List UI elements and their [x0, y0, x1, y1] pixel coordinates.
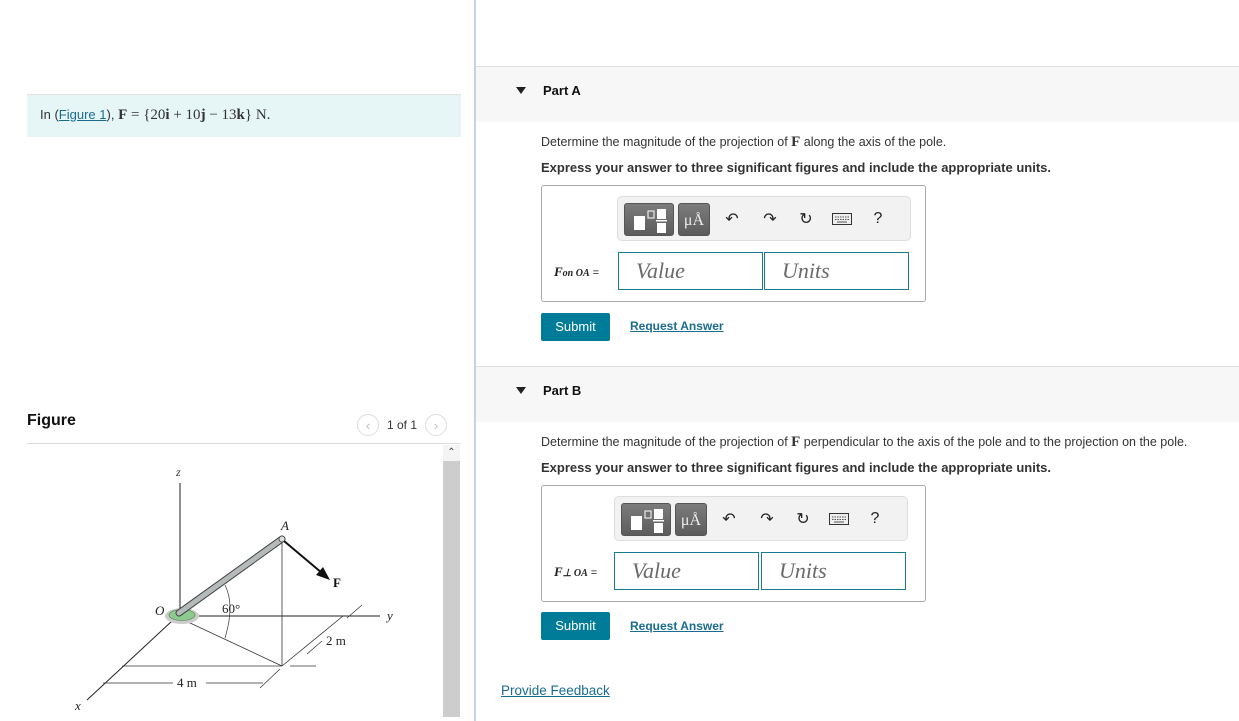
label-y: y	[385, 608, 393, 623]
reset-button[interactable]: ↻	[794, 205, 818, 233]
part-a-header[interactable]: Part A	[476, 66, 1239, 122]
redo-button[interactable]: ↷	[758, 205, 782, 233]
undo-button[interactable]: ↶	[720, 205, 744, 233]
part-b-value-input[interactable]: Value	[614, 552, 759, 590]
part-a-label: Part A	[543, 83, 581, 98]
undo-icon: ↶	[722, 511, 736, 528]
reset-icon: ↻	[796, 511, 810, 528]
part-a-value-input[interactable]: Value	[618, 252, 763, 290]
units-button[interactable]: μÅ	[678, 203, 710, 236]
keyboard-button[interactable]	[830, 205, 854, 233]
label-angle: 60°	[222, 601, 240, 616]
label-z: z	[175, 465, 181, 479]
part-a-variable-label: Fon OA =	[554, 264, 600, 279]
left-panel: In (Figure 1), F = {20i + 10j − 13k} N. …	[0, 0, 474, 721]
figure-pager: ‹ 1 of 1 ›	[357, 414, 448, 436]
provide-feedback-link[interactable]: Provide Feedback	[501, 683, 610, 698]
label-2m: 2 m	[326, 633, 346, 648]
divider	[27, 443, 461, 444]
projection-line	[187, 621, 283, 667]
label-F: F	[333, 575, 341, 590]
templates-icon	[634, 209, 667, 233]
part-a-request-answer-link[interactable]: Request Answer	[630, 319, 724, 333]
reset-button[interactable]: ↻	[791, 505, 815, 533]
chevron-right-icon: ›	[433, 417, 439, 433]
figure-link[interactable]: Figure 1	[59, 107, 107, 122]
dimension-tick	[259, 668, 281, 689]
collapse-triangle-icon[interactable]	[516, 387, 526, 394]
part-b-header[interactable]: Part B	[476, 366, 1239, 422]
problem-statement: In (Figure 1), F = {20i + 10j − 13k} N.	[27, 94, 461, 137]
pager-text: 1 of 1	[387, 418, 418, 432]
figure-diagram: z A F O 60° y 2 m 4 m x	[74, 465, 393, 713]
part-b-request-answer-link[interactable]: Request Answer	[630, 619, 724, 633]
redo-icon: ↷	[760, 511, 774, 528]
help-button[interactable]: ?	[866, 205, 890, 233]
figure-title: Figure	[27, 412, 76, 429]
next-figure-button[interactable]: ›	[425, 414, 448, 436]
part-b-units-input[interactable]: Units	[761, 552, 906, 590]
undo-button[interactable]: ↶	[717, 505, 741, 533]
part-a-submit-button[interactable]: Submit	[541, 313, 610, 341]
label-4m: 4 m	[177, 675, 197, 690]
templates-icon	[631, 509, 664, 533]
units-button[interactable]: μÅ	[675, 503, 707, 536]
right-panel: Part A Determine the magnitude of the pr…	[476, 0, 1239, 721]
part-b-label: Part B	[543, 383, 582, 398]
keyboard-icon	[832, 213, 852, 225]
templates-button[interactable]	[621, 503, 671, 536]
label-x: x	[74, 698, 81, 713]
label-O: O	[155, 603, 165, 618]
part-b-submit-button[interactable]: Submit	[541, 612, 610, 640]
force-symbol: F	[118, 107, 128, 123]
part-b-answer-box: μÅ ↶ ↷ ↻ ? F⊥ OA = Value Units	[541, 485, 926, 602]
help-icon: ?	[873, 210, 883, 227]
scrollbar-thumb[interactable]	[443, 461, 460, 717]
scroll-up-icon[interactable]: ⌃	[443, 445, 460, 461]
units-icon: μÅ	[683, 212, 705, 229]
help-icon: ?	[870, 510, 880, 527]
x-axis	[86, 620, 173, 701]
label-A: A	[280, 518, 289, 533]
figure-scrollbar[interactable]: ⌃	[443, 445, 460, 721]
part-a-question: Determine the magnitude of the projectio…	[541, 134, 947, 150]
part-b-instruction: Express your answer to three significant…	[541, 460, 1051, 475]
part-a-instruction: Express your answer to three significant…	[541, 160, 1051, 175]
collapse-triangle-icon[interactable]	[516, 87, 526, 94]
math-toolbar: μÅ ↶ ↷ ↻ ?	[614, 496, 908, 541]
help-button[interactable]: ?	[863, 505, 887, 533]
part-b-question: Determine the magnitude of the projectio…	[541, 434, 1188, 450]
units-icon: μÅ	[680, 512, 702, 529]
chevron-left-icon: ‹	[365, 417, 371, 433]
keyboard-button[interactable]	[827, 505, 851, 533]
redo-button[interactable]: ↷	[755, 505, 779, 533]
part-a-units-input[interactable]: Units	[764, 252, 909, 290]
part-a-answer-box: μÅ ↶ ↷ ↻ ? Fon OA = Value Units	[541, 185, 926, 302]
keyboard-icon	[829, 513, 849, 525]
redo-icon: ↷	[763, 211, 777, 228]
dimension-line	[306, 640, 323, 655]
templates-button[interactable]	[624, 203, 674, 236]
part-b-variable-label: F⊥ OA =	[554, 564, 598, 579]
undo-icon: ↶	[725, 211, 739, 228]
reset-icon: ↻	[799, 211, 813, 228]
force-arrow	[283, 540, 323, 574]
math-toolbar: μÅ ↶ ↷ ↻ ?	[617, 196, 911, 241]
prev-figure-button[interactable]: ‹	[357, 414, 379, 436]
